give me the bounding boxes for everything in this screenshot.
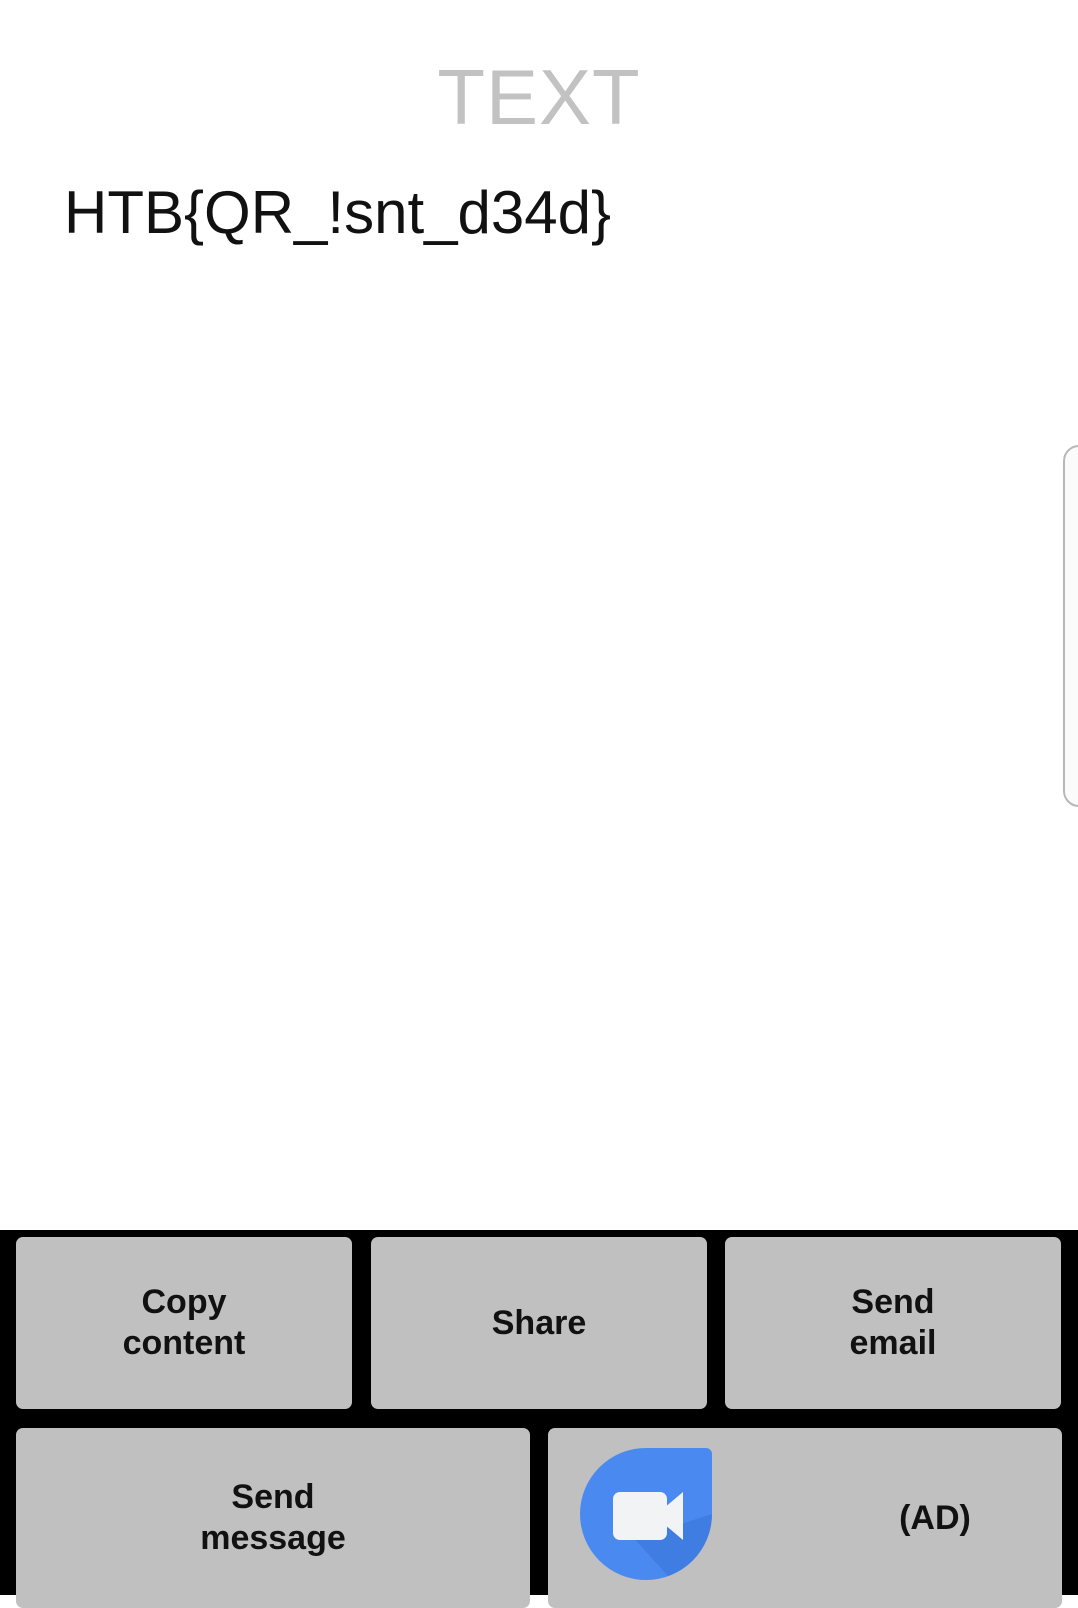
share-button[interactable]: Share: [371, 1237, 707, 1409]
send-email-button[interactable]: Send email: [725, 1237, 1061, 1409]
scanned-text[interactable]: HTB{QR_!snt_d34d}: [64, 178, 611, 247]
edge-panel-handle[interactable]: [1063, 445, 1078, 807]
video-call-icon: [580, 1448, 712, 1580]
ad-button[interactable]: (AD): [548, 1428, 1062, 1608]
copy-content-button[interactable]: Copy content: [16, 1237, 352, 1409]
action-panel: Copy content Share Send email Send messa…: [0, 1230, 1078, 1608]
ad-label: (AD): [899, 1498, 971, 1537]
send-message-button[interactable]: Send message: [16, 1428, 530, 1608]
page-title: TEXT: [437, 53, 641, 141]
